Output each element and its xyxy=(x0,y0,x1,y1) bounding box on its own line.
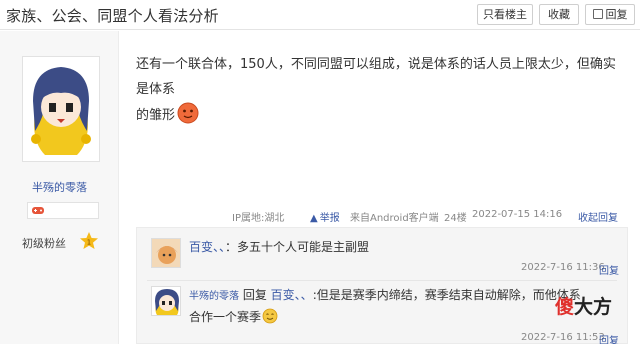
level-badge: 1 xyxy=(79,231,99,255)
collapse-replies-link[interactable]: 收起回复 xyxy=(578,209,618,224)
reply-link[interactable]: 回复 xyxy=(599,262,619,277)
reply-colon: ： xyxy=(225,240,238,254)
reply-time: 2022-7-16 11:36 xyxy=(521,262,605,273)
reply-body-line-2: 合作一个赛季 xyxy=(189,308,278,327)
thread-header: 家族、公会、同盟个人看法分析 只看楼主 收藏 回复 xyxy=(0,0,640,30)
reply-avatar[interactable] xyxy=(151,238,181,268)
post-line-2: 的雏形 xyxy=(136,108,176,123)
ip-location: IP属地:湖北 xyxy=(232,213,285,224)
reply-avatar-image xyxy=(152,239,180,267)
post-line-1: 还有一个联合体，150人，不同同盟可以组成，说是体系的话人员上限太少，但确实是体… xyxy=(136,57,616,97)
report-link[interactable]: ▲ 举报 xyxy=(310,209,340,224)
post-content: 还有一个联合体，150人，不同同盟可以组成，说是体系的话人员上限太少，但确实是体… xyxy=(136,52,626,133)
reply-text: 多五十个人可能是主副盟 xyxy=(237,240,370,254)
report-label: 举报 xyxy=(319,213,340,224)
sub-replies: 百变、、：多五十个人可能是主副盟 2022-7-16 11:36 回复 半殇的零… xyxy=(136,227,628,344)
author-username[interactable]: 半殇的零落 xyxy=(0,179,119,195)
reply-avatar[interactable] xyxy=(151,286,181,316)
reply-prefix: 回复 xyxy=(242,288,267,302)
floor-number: 24楼 xyxy=(444,213,467,224)
watermark-logo: 傻大方 xyxy=(555,296,613,318)
reply-to-user[interactable]: 百变、、 xyxy=(271,288,313,302)
only-op-button[interactable]: 只看楼主 xyxy=(477,4,533,25)
avatar[interactable] xyxy=(22,56,100,162)
reply-button-label: 回复 xyxy=(605,8,628,21)
reply-avatar-image xyxy=(152,287,180,315)
post-time: 2022-07-15 14:16 xyxy=(472,209,563,220)
emoji-smile-icon xyxy=(262,308,278,327)
reply-divider xyxy=(147,280,617,281)
reply-button[interactable]: 回复 xyxy=(585,4,635,25)
level-number: 1 xyxy=(87,239,91,247)
reply-text-line-2: 合作一个赛季 xyxy=(189,310,262,324)
level-name: 初级粉丝 xyxy=(22,237,66,250)
emoji-face-icon xyxy=(177,102,199,133)
edit-icon xyxy=(592,9,603,19)
thread-title: 家族、公会、同盟个人看法分析 xyxy=(6,7,219,25)
badge-slot xyxy=(27,202,99,219)
post-source: 来自Android客户端 xyxy=(350,213,439,224)
author-sidebar: 半殇的零落 初级粉丝 1 xyxy=(0,31,119,344)
reply-author[interactable]: 百变、、 xyxy=(189,240,225,254)
reply-text-line-1: :但是是赛季内缔结，赛季结束自动解除，而他体系 xyxy=(312,288,581,302)
reply-time: 2022-7-16 11:53 xyxy=(521,332,605,343)
game-badge-icon xyxy=(32,207,44,214)
reply-body: 半殇的零落 回复 百变、、:但是是赛季内缔结，赛季结束自动解除，而他体系 xyxy=(189,286,581,303)
warning-icon: ▲ xyxy=(310,213,318,224)
favorite-button[interactable]: 收藏 xyxy=(539,4,579,25)
level-star-icon: 1 xyxy=(80,232,98,249)
anime-avatar-image xyxy=(27,61,95,157)
reply-link[interactable]: 回复 xyxy=(599,332,619,344)
reply-body: 百变、、：多五十个人可能是主副盟 xyxy=(189,238,369,255)
post-line-2-wrap: 的雏形 xyxy=(136,102,626,133)
reply-author[interactable]: 半殇的零落 xyxy=(189,291,239,302)
